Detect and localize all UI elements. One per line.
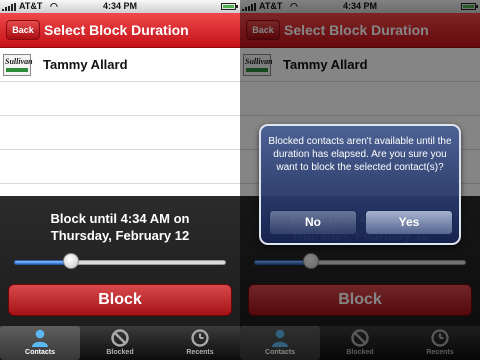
contact-name: Tammy Allard: [43, 57, 128, 72]
tab-contacts[interactable]: Contacts: [0, 326, 80, 360]
confirm-alert: Blocked contacts aren't available until …: [259, 124, 461, 245]
block-until-line2: Thursday, February 12: [50, 228, 190, 243]
clock-icon: [191, 329, 209, 347]
screens: AT&T ◠ 4:34 PM Back Select Block Duratio…: [0, 0, 480, 360]
empty-row: [0, 150, 240, 184]
contact-row[interactable]: Sullivan Tammy Allard: [0, 48, 240, 82]
right-screen: AT&T ◠ 4:34 PM Back Select Block Duratio…: [240, 0, 480, 360]
tab-label: Contacts: [25, 349, 55, 356]
block-panel: Block until 4:34 AM on Thursday, Februar…: [0, 196, 240, 326]
tab-label: Recents: [186, 349, 214, 356]
slider-thumb[interactable]: [63, 253, 80, 269]
block-until-text: Block until 4:34 AM on Thursday, Februar…: [0, 210, 240, 244]
empty-row: [0, 82, 240, 116]
contact-list: Sullivan Tammy Allard: [0, 48, 240, 196]
left-screen: AT&T ◠ 4:34 PM Back Select Block Duratio…: [0, 0, 240, 360]
company-logo-text: Sullivan: [5, 57, 33, 66]
person-icon: [32, 329, 48, 347]
alert-message: Blocked contacts aren't available until …: [268, 136, 452, 173]
alert-no-button[interactable]: No: [269, 210, 357, 235]
tab-label: Blocked: [106, 349, 134, 356]
status-bar: AT&T ◠ 4:34 PM: [0, 0, 240, 13]
battery-icon: [221, 3, 238, 10]
company-logo: Sullivan: [3, 54, 33, 76]
logo-bar: [6, 68, 28, 72]
block-button[interactable]: Block: [8, 284, 232, 316]
no-symbol-icon: [111, 329, 129, 347]
navigation-bar: Back Select Block Duration: [0, 13, 240, 48]
tab-recents[interactable]: Recents: [160, 326, 240, 360]
empty-row: [0, 116, 240, 150]
block-until-line1: Block until 4:34 AM on: [50, 211, 190, 226]
back-button[interactable]: Back: [6, 20, 40, 40]
status-time: 4:34 PM: [102, 1, 137, 11]
alert-yes-button[interactable]: Yes: [365, 210, 453, 235]
tab-blocked[interactable]: Blocked: [80, 326, 160, 360]
duration-slider[interactable]: [14, 253, 226, 269]
page-title: Select Block Duration: [44, 22, 189, 38]
tab-bar: Contacts Blocked Recents: [0, 326, 240, 360]
